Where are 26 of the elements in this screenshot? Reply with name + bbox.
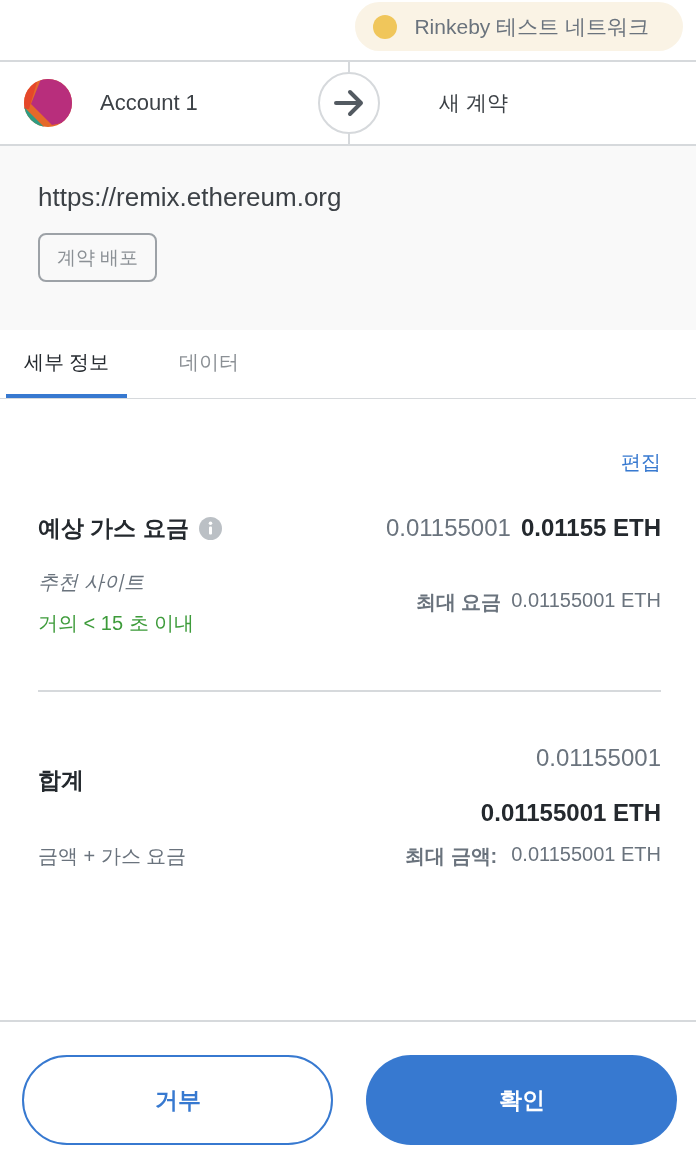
total-secondary: 0.01155001 <box>536 744 661 772</box>
gas-fee-secondary: 0.01155001 <box>385 514 511 542</box>
avatar-icon <box>24 79 72 127</box>
max-fee-value: 0.01155001 ETH <box>511 589 661 613</box>
recipient-label: 새 계약 <box>439 90 508 116</box>
total-sublabel: 금액 + 가스 요금 <box>38 843 187 869</box>
network-selector[interactable]: Rinkeby 테스트 네트워크 <box>355 2 683 51</box>
origin-url: https://remix.ethereum.org <box>38 182 342 212</box>
max-amount-value: 0.01155001 ETH <box>511 842 661 867</box>
edit-link[interactable]: 편집 <box>621 450 661 474</box>
info-icon[interactable] <box>198 516 222 540</box>
account-name: Account 1 <box>100 90 198 116</box>
total-primary: 0.01155001 ETH <box>480 799 661 827</box>
max-amount-label: 최대 금액: <box>405 843 498 869</box>
confirm-button[interactable]: 확인 <box>366 1055 677 1145</box>
reject-button[interactable]: 거부 <box>22 1055 333 1145</box>
tab[interactable]: 세부 정보 <box>6 330 127 398</box>
gas-fee-label: 예상 가스 요금 <box>38 513 189 543</box>
tab[interactable]: 데이터 <box>148 330 269 398</box>
speed-label: 추천 사이트 <box>38 570 144 594</box>
action-tag: 계약 배포 <box>38 233 158 282</box>
total-label: 합계 <box>38 766 84 795</box>
gas-fee-primary: 0.01155 ETH <box>520 514 661 542</box>
max-fee-label: 최대 요금 <box>415 590 502 615</box>
status-dot-icon <box>373 14 398 39</box>
speed-estimate: 거의 < 15 초 이내 <box>38 611 195 635</box>
